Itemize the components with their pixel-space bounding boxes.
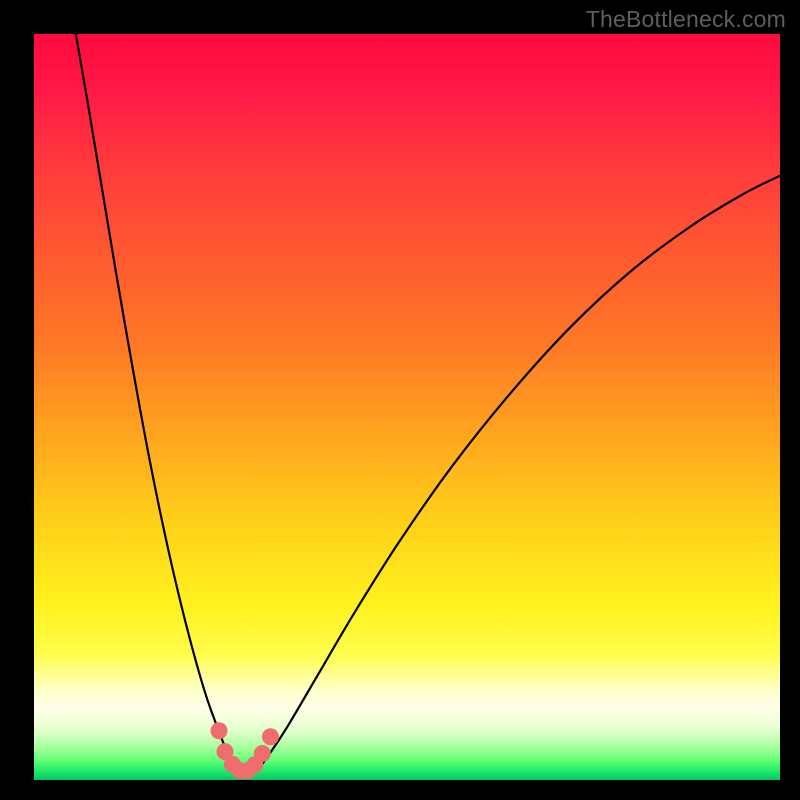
watermark-text: TheBottleneck.com	[586, 6, 786, 33]
cusp-marker-group	[211, 722, 279, 779]
curve-left-branch	[76, 34, 238, 771]
cusp-marker	[211, 722, 228, 739]
chart-overlay	[34, 34, 780, 780]
plot-area	[34, 34, 780, 780]
cusp-marker	[262, 728, 279, 745]
curve-right-branch	[257, 176, 780, 771]
cusp-marker	[254, 745, 271, 762]
chart-stage: TheBottleneck.com	[0, 0, 800, 800]
